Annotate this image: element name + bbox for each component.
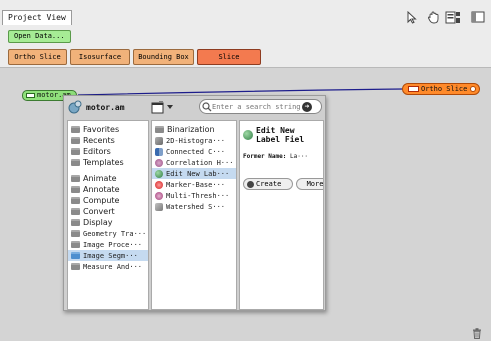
search-arrow-icon[interactable]: ➜ (302, 101, 312, 112)
folder-icon (71, 252, 80, 259)
category-list: Favorites Recents Editors Templates Anim… (67, 120, 149, 310)
module-item-watershed-segmentation[interactable]: Watershed S··· (152, 201, 236, 212)
label-field-icon (243, 130, 253, 140)
category-item-favorites[interactable]: Favorites (68, 124, 148, 135)
former-name-label: Former Name: (243, 153, 287, 160)
folder-icon (71, 159, 80, 166)
module-detail-panel: Edit New Label Fiel Former Name: La··· C… (239, 120, 324, 310)
category-item-recents[interactable]: Recents (68, 135, 148, 146)
folder-icon (71, 241, 80, 248)
bars-icon (155, 147, 163, 156)
ortho-slice-button[interactable]: Ortho Slice (8, 49, 67, 65)
label-field-icon (155, 169, 163, 178)
folder-icon (71, 197, 80, 204)
cursor-icon[interactable] (404, 9, 420, 25)
search-input[interactable] (212, 100, 302, 113)
histogram-icon (155, 136, 163, 145)
watershed-icon (155, 202, 163, 211)
chevron-down-icon (167, 104, 173, 109)
folder-icon (71, 175, 80, 182)
module-item-edit-new-label-field[interactable]: Edit New Lab··· (152, 168, 236, 179)
folder-icon (71, 186, 80, 193)
bounding-box-button[interactable]: Bounding Box (133, 49, 194, 65)
more-button[interactable]: More (296, 178, 323, 190)
category-item-geometry-transforms[interactable]: Geometry Tra··· (68, 228, 148, 239)
category-item-measure-and-analyze[interactable]: Measure And··· (68, 261, 148, 272)
detail-title: Edit New Label Fiel (256, 126, 323, 144)
new-document-icon (151, 100, 164, 113)
category-item-annotate[interactable]: Annotate (68, 184, 148, 195)
category-item-image-processing[interactable]: Image Proce··· (68, 239, 148, 250)
module-node-ortho-slice[interactable]: Ortho Slice (402, 83, 480, 95)
category-item-convert[interactable]: Convert (68, 206, 148, 217)
sphere-icon (155, 158, 163, 167)
folder-icon (71, 208, 80, 215)
search-icon (202, 101, 212, 111)
slice-button[interactable]: Slice (197, 49, 261, 65)
detail-title-line2: Label Fiel (256, 135, 305, 144)
node-arrow-icon[interactable] (470, 86, 476, 92)
folder-icon (71, 137, 80, 144)
layout-icon[interactable] (445, 9, 461, 25)
breadcrumb[interactable]: motor.am (68, 99, 148, 115)
search-box[interactable]: ➜ (199, 99, 322, 114)
isosurface-button[interactable]: Isosurface (70, 49, 130, 65)
threshold-icon (155, 191, 163, 200)
module-item-connected-components[interactable]: Connected C··· (152, 146, 236, 157)
breadcrumb-label: motor.am (86, 102, 125, 112)
former-name: Former Name: La··· (243, 153, 323, 160)
category-item-animate[interactable]: Animate (68, 173, 148, 184)
data-object-icon (68, 100, 82, 114)
create-icon (247, 180, 254, 188)
project-view-tab[interactable]: Project View (2, 10, 72, 25)
node-port-icon[interactable] (26, 93, 35, 98)
popup-toolbar: motor.am ➜ (64, 96, 325, 118)
former-name-value: La··· (289, 153, 309, 160)
folder-icon (71, 263, 80, 270)
project-view-header: Project View Open Data... Ortho Slice Is… (0, 0, 491, 68)
module-browser-popup: motor.am ➜ Favorites Recents Editors Tem… (63, 95, 326, 311)
folder-icon (71, 126, 80, 133)
module-node-label: Ortho Slice (421, 85, 468, 93)
category-item-display[interactable]: Display (68, 217, 148, 228)
node-port-icon[interactable] (408, 86, 419, 92)
module-item-multi-thresholding[interactable]: Multi-Thresh··· (152, 190, 236, 201)
create-label: Create (256, 180, 282, 188)
module-item-2d-histogram[interactable]: 2D-Histogra··· (152, 135, 236, 146)
module-list: Binarization 2D-Histogra··· Connected C·… (151, 120, 237, 310)
folder-icon (71, 230, 80, 237)
category-item-compute[interactable]: Compute (68, 195, 148, 206)
detail-title-line1: Edit New (256, 126, 295, 135)
folder-icon (71, 148, 80, 155)
module-folder-binarization[interactable]: Binarization (152, 124, 236, 135)
open-data-button[interactable]: Open Data... (8, 30, 71, 43)
create-button[interactable]: Create (243, 178, 293, 190)
trash-icon[interactable] (472, 328, 482, 341)
category-item-editors[interactable]: Editors (68, 146, 148, 157)
module-item-marker-based-watershed[interactable]: Marker-Base··· (152, 179, 236, 190)
marker-icon (155, 180, 163, 189)
folder-icon (71, 219, 80, 226)
hand-icon[interactable] (425, 9, 441, 25)
category-item-templates[interactable]: Templates (68, 157, 148, 168)
module-item-correlation-histogram[interactable]: Correlation H··· (152, 157, 236, 168)
category-item-image-segmentation[interactable]: Image Segm··· (68, 250, 148, 261)
folder-icon (155, 126, 164, 133)
panel-icon[interactable] (470, 9, 486, 25)
new-object-dropdown[interactable] (151, 100, 181, 114)
